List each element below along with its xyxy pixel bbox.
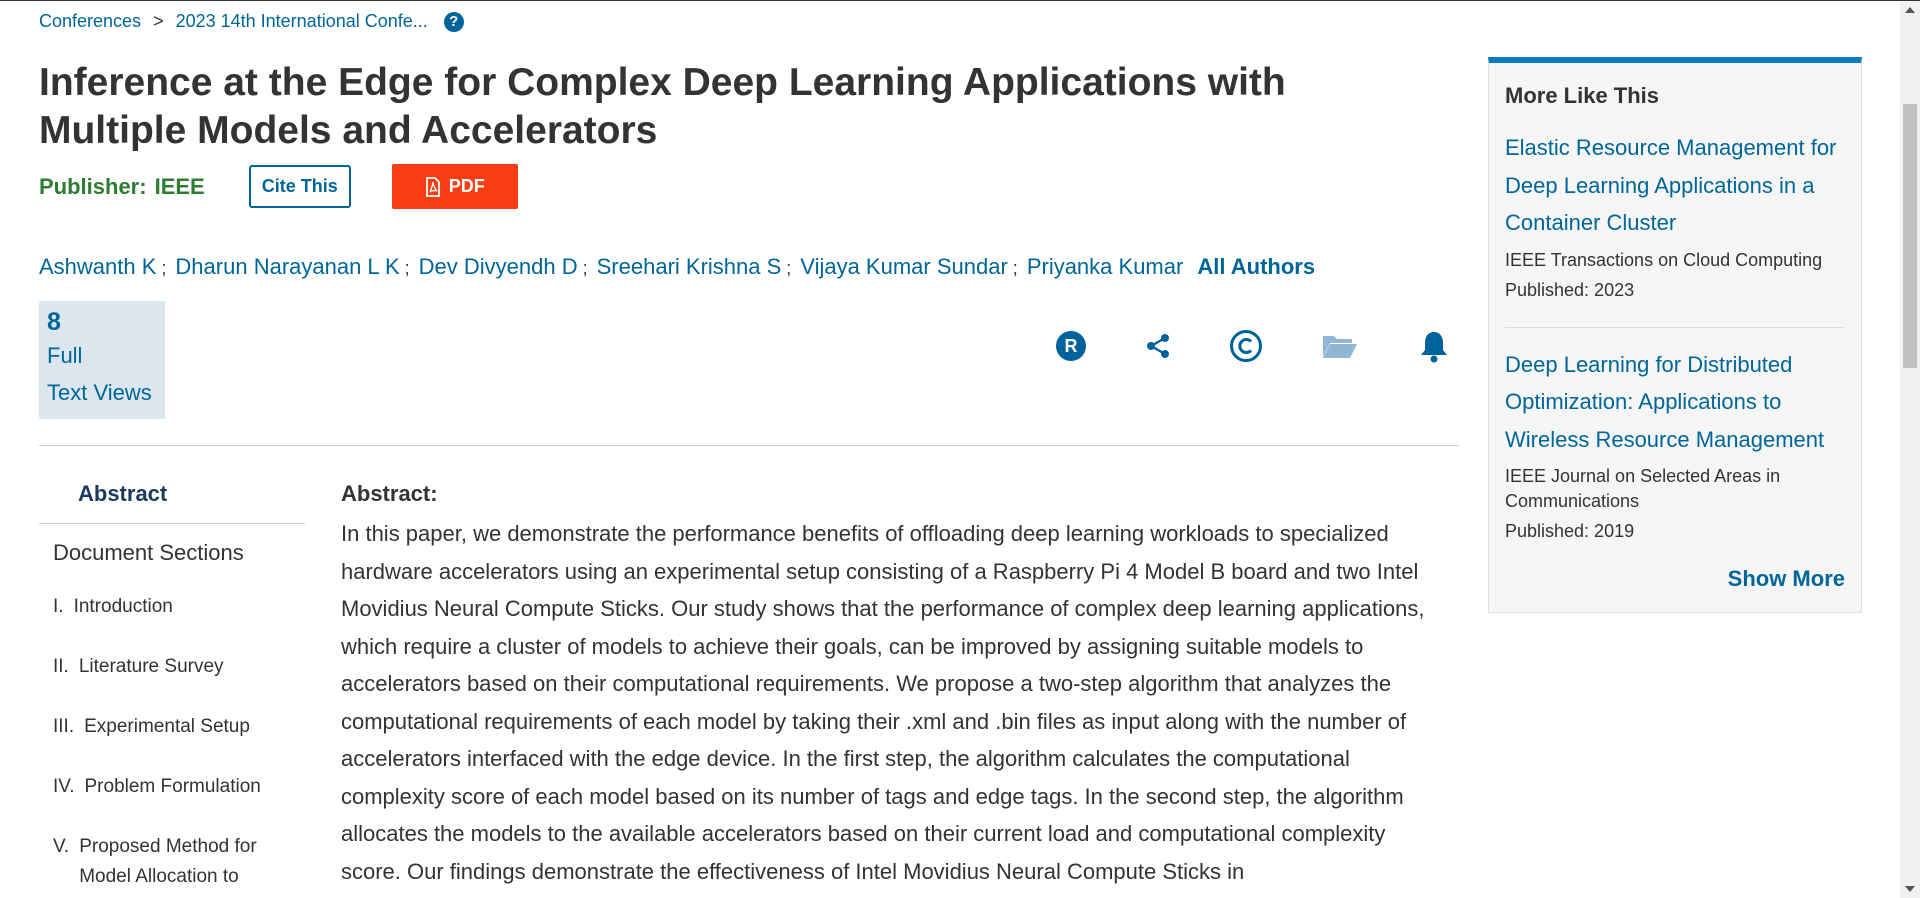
related-article-source: IEEE Journal on Selected Areas in Commun…: [1505, 466, 1781, 511]
scroll-down-arrow-icon[interactable]: [1905, 886, 1915, 892]
nav-sections-title: Document Sections: [53, 540, 244, 565]
authors-list: Ashwanth K; Dharun Narayanan L K; Dev Di…: [39, 254, 1315, 280]
related-article: Elastic Resource Management for Deep Lea…: [1505, 129, 1845, 303]
author-link[interactable]: Priyanka Kumar: [1027, 254, 1184, 280]
publisher-label: Publisher:: [39, 173, 147, 199]
document-sections-nav: Abstract Document Sections I. Introducti…: [39, 479, 305, 892]
author-separator: ;: [582, 258, 588, 278]
related-divider: [1505, 326, 1845, 328]
author-separator: ;: [786, 258, 792, 278]
section-label: Introduction: [73, 596, 173, 617]
related-article: Deep Learning for Distributed Optimizati…: [1505, 346, 1845, 545]
breadcrumb-separator: >: [153, 11, 164, 31]
pdf-button[interactable]: PDF: [391, 164, 518, 209]
author-link[interactable]: Sreehari Krishna S: [597, 254, 782, 280]
section-label: Literature Survey: [78, 656, 224, 677]
abstract-text: In this paper, we demonstrate the perfor…: [341, 521, 1425, 884]
nav-section-experimental-setup[interactable]: III. Experimental Setup: [39, 712, 305, 742]
section-number: V.: [53, 836, 70, 857]
related-article-date: Published: 2023: [1505, 279, 1635, 300]
more-like-this-panel: More Like This Elastic Resource Manageme…: [1488, 57, 1862, 613]
publisher-name: IEEE: [154, 173, 205, 199]
related-article-link[interactable]: Deep Learning for Distributed Optimizati…: [1505, 352, 1824, 452]
author-link[interactable]: Dev Divyendh D: [419, 254, 578, 280]
abstract-section: Abstract: In this paper, we demonstrate …: [341, 479, 1451, 890]
nav-section-problem-formulation[interactable]: IV. Problem Formulation: [39, 772, 305, 802]
more-like-this-title: More Like This: [1505, 83, 1660, 108]
document-title: Inference at the Edge for Complex Deep L…: [39, 61, 1286, 152]
author-link[interactable]: Vijaya Kumar Sundar: [800, 254, 1008, 280]
related-article-date: Published: 2019: [1505, 521, 1635, 541]
nav-abstract[interactable]: Abstract: [39, 479, 305, 524]
show-more-link[interactable]: Show More: [1728, 566, 1845, 592]
bell-icon[interactable]: [1412, 324, 1456, 368]
views-label-line2: Text Views: [47, 380, 152, 405]
section-label: Problem Formulation: [84, 776, 261, 797]
author-separator: ;: [161, 258, 167, 278]
share-icon[interactable]: [1136, 324, 1180, 368]
cite-this-button[interactable]: Cite This: [248, 165, 351, 208]
breadcrumb-conference[interactable]: 2023 14th International Confe...: [176, 11, 428, 32]
author-link[interactable]: Dharun Narayanan L K: [175, 254, 399, 280]
related-article-link[interactable]: Elastic Resource Management for Deep Lea…: [1505, 135, 1836, 235]
author-link[interactable]: Ashwanth K: [39, 254, 156, 280]
section-label: Experimental Setup: [84, 716, 250, 737]
section-number: II.: [53, 656, 69, 677]
section-label: Proposed Method for Model Allocation to: [79, 836, 257, 887]
all-authors-link[interactable]: All Authors: [1197, 254, 1315, 280]
scroll-up-arrow-icon[interactable]: [1905, 7, 1915, 13]
pdf-button-label: PDF: [448, 176, 485, 196]
related-article-source: IEEE Transactions on Cloud Computing: [1505, 249, 1823, 270]
page-scrollbar[interactable]: [1900, 1, 1920, 898]
scrollbar-thumb[interactable]: [1903, 104, 1917, 368]
section-number: I.: [53, 596, 64, 617]
abstract-heading: Abstract:: [341, 481, 438, 506]
publisher-row: Publisher: IEEE Cite This PDF: [39, 164, 518, 209]
nav-section-introduction[interactable]: I. Introduction: [39, 592, 305, 622]
breadcrumb: Conferences > 2023 14th International Co…: [39, 11, 464, 32]
publisher: Publisher: IEEE: [39, 174, 205, 200]
author-separator: ;: [404, 258, 410, 278]
header-divider: [39, 445, 1459, 446]
section-number: III.: [53, 716, 75, 737]
author-separator: ;: [1012, 258, 1018, 278]
folder-icon[interactable]: [1318, 324, 1362, 368]
copyright-icon[interactable]: [1224, 324, 1268, 368]
question-circle-icon[interactable]: ?: [443, 11, 464, 32]
svg-text:R: R: [1065, 336, 1078, 356]
breadcrumb-conferences[interactable]: Conferences: [39, 11, 141, 32]
section-number: IV.: [53, 776, 75, 797]
nav-section-literature-survey[interactable]: II. Literature Survey: [39, 652, 305, 682]
rights-icon[interactable]: R: [1049, 324, 1093, 368]
pdf-icon: [425, 176, 440, 197]
nav-section-proposed-method[interactable]: V. Proposed Method for Model Allocation …: [39, 832, 283, 892]
document-toolbar: R: [0, 324, 1460, 368]
